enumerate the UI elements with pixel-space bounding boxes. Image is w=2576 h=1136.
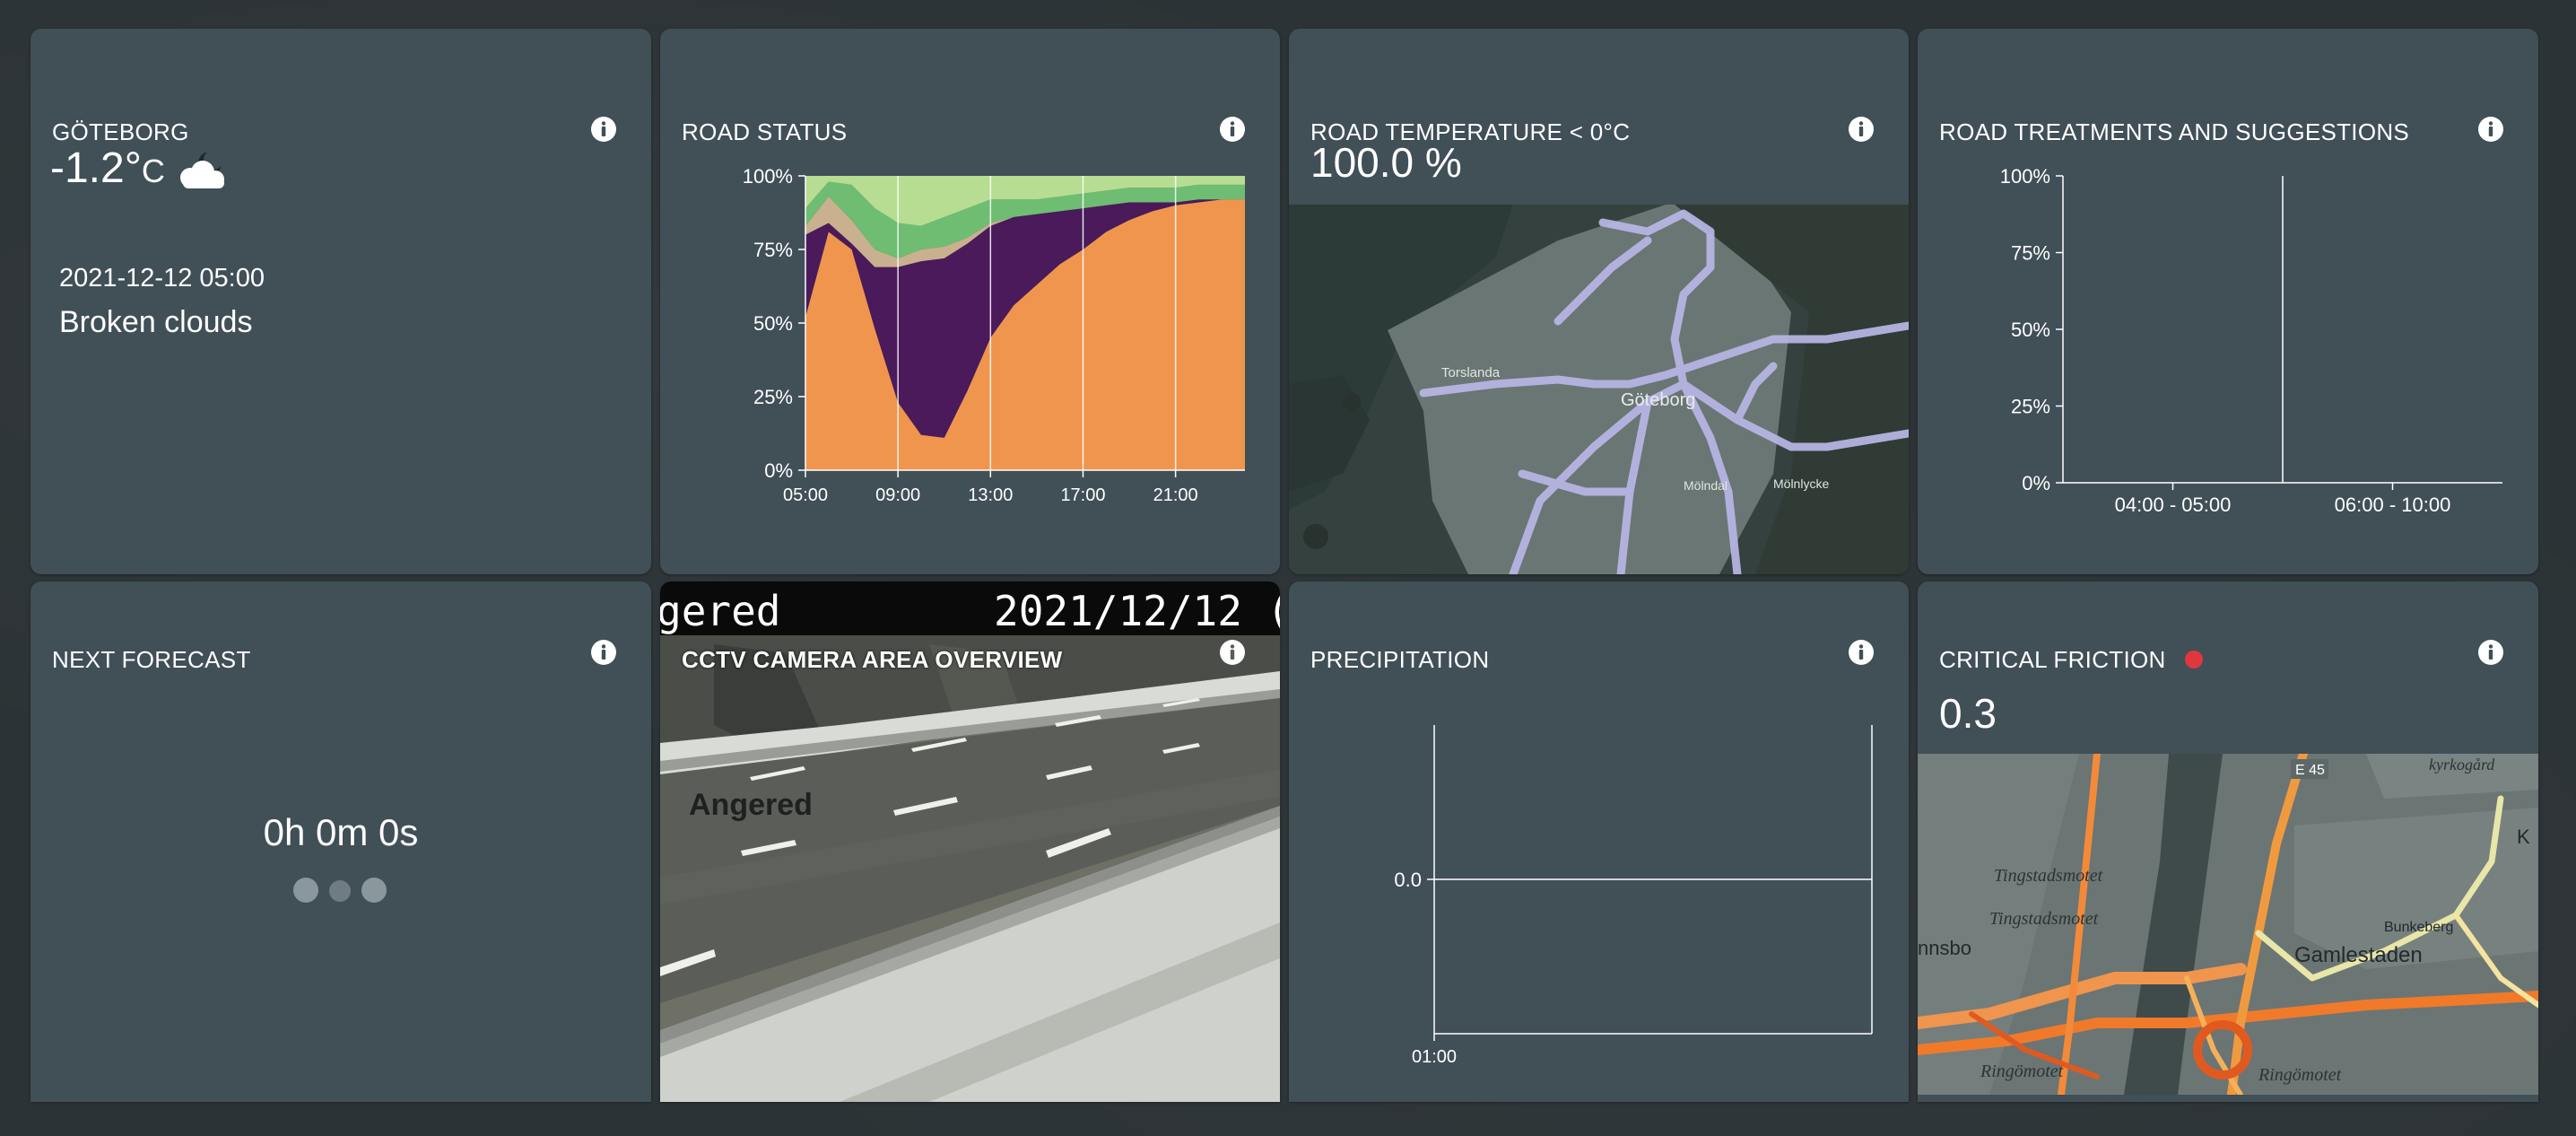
map-label: Tingstadsmotet — [1994, 866, 2103, 886]
map-label: Bunkeberg — [2384, 920, 2453, 935]
x-tick-label: 05:00 — [783, 485, 828, 505]
map-label: E 45 — [2295, 763, 2325, 778]
info-icon[interactable] — [590, 639, 617, 666]
y-tick-label: 25% — [2011, 396, 2050, 418]
x-tick-label: 01:00 — [1412, 1047, 1457, 1067]
critical-friction-map[interactable]: Tingstadsmotet Tingstadsmotet nnsbo Gaml… — [1918, 754, 2538, 1095]
x-tick-label: 04:00 - 05:00 — [2115, 494, 2232, 516]
status-indicator-dot — [2185, 651, 2204, 668]
map-label: Ringömotet — [1980, 1062, 2064, 1081]
x-tick-label: 21:00 — [1153, 485, 1198, 505]
road-treatments-chart: 0% 25% 50% 75% 100% 04:00 - 05:00 06:00 - 10:0… — [2000, 165, 2502, 516]
weather-temperature: -1.2°C — [50, 144, 165, 193]
loading-dot — [293, 878, 318, 903]
road-status-chart: 05:00 09:00 13:00 17:00 21:00 0% 25% 50% 75% 100% — [743, 165, 1245, 505]
road-status-card: ROAD STATUS 05:00 09:00 13:00 17:00 21:00 0% 2… — [660, 29, 1280, 574]
critical-friction-title: CRITICAL FRICTION — [1939, 646, 2204, 674]
map-label: Mölnlycke — [1773, 476, 1829, 491]
map-label: nnsbo — [1918, 937, 1971, 959]
x-tick-label: 09:00 — [875, 485, 920, 505]
info-icon[interactable] — [1219, 639, 1246, 666]
map-label: Ringömotet — [2258, 1065, 2342, 1085]
cctv-location-label: Angered — [689, 788, 813, 822]
cloud-moon-icon — [180, 151, 224, 188]
cctv-overlay-date: 2021/12/12 — [994, 587, 1242, 635]
map-label: Tingstadsmotet — [1989, 909, 2099, 929]
precipitation-chart: 0.0 01:00 — [1394, 725, 1873, 1067]
road-treatments-card: ROAD TREATMENTS AND SUGGESTIONS 0% 25% 50%… — [1918, 29, 2538, 574]
cctv-card: gered 2021/12/12 ( CCTV CAMERA AREA OVER… — [660, 581, 1280, 1102]
map-label: K — [2517, 826, 2530, 848]
y-tick-label: 75% — [753, 239, 793, 261]
weather-card: GÖTEBORG -1.2°C 2021-12-12 05:00 Broken … — [30, 29, 651, 574]
road-temperature-title-unit: C — [1613, 118, 1631, 145]
weather-city: GÖTEBORG — [52, 118, 189, 145]
cctv-overlay-right: ( — [1266, 587, 1280, 635]
critical-friction-value: 0.3 — [1939, 690, 1997, 737]
road-temperature-card: ROAD TEMPERATURE < 0°C 100.0 % Torslanda… — [1289, 29, 1909, 574]
critical-friction-title-text: CRITICAL FRICTION — [1939, 646, 2166, 673]
y-tick-label: 25% — [753, 386, 793, 408]
y-tick-label: 0.0 — [1394, 869, 1422, 891]
loading-dot — [361, 878, 387, 903]
info-icon[interactable] — [590, 116, 617, 143]
map-label: Göteborg — [1621, 390, 1695, 410]
next-forecast-card: NEXT FORECAST 0h 0m 0s — [30, 581, 651, 1102]
y-tick-label: 75% — [2011, 242, 2050, 265]
map-label: Gamlestaden — [2294, 943, 2423, 967]
next-forecast-title: NEXT FORECAST — [52, 646, 251, 673]
temperature-unit: C — [141, 153, 165, 189]
x-tick-label: 06:00 - 10:00 — [2335, 494, 2451, 516]
forecast-countdown: 0h 0m 0s — [263, 811, 419, 853]
road-temperature-map[interactable]: Torslanda Göteborg Mölndal Mölnlycke — [1289, 205, 1909, 574]
y-tick-label: 100% — [2000, 165, 2050, 188]
precipitation-card: PRECIPITATION 0.0 01:00 — [1289, 581, 1909, 1102]
map-label: kyrkogård — [2429, 756, 2495, 773]
loading-dots — [293, 878, 401, 904]
loading-dot — [329, 880, 351, 902]
x-tick-label: 17:00 — [1060, 485, 1105, 505]
cctv-title: CCTV CAMERA AREA OVERVIEW — [682, 646, 1063, 673]
weather-datetime: 2021-12-12 05:00 — [59, 264, 265, 293]
temperature-value: -1.2° — [50, 144, 142, 192]
y-tick-label: 0% — [2022, 472, 2050, 494]
x-tick-label: 13:00 — [968, 485, 1013, 505]
y-tick-label: 50% — [2011, 319, 2050, 341]
critical-friction-card: CRITICAL FRICTION 0.3 Tingstadsmotet Tin… — [1918, 581, 2538, 1102]
y-tick-label: 0% — [764, 459, 793, 482]
road-temperature-value: 100.0 % — [1310, 139, 1462, 186]
weather-description: Broken clouds — [59, 305, 253, 339]
map-label: Mölndal — [1684, 478, 1727, 493]
info-icon[interactable] — [2477, 639, 2504, 666]
y-tick-label: 100% — [743, 165, 793, 188]
info-icon[interactable] — [1848, 116, 1875, 143]
map-label: Torslanda — [1441, 365, 1501, 380]
y-tick-label: 50% — [753, 312, 793, 335]
cctv-overlay-left: gered — [660, 587, 781, 635]
